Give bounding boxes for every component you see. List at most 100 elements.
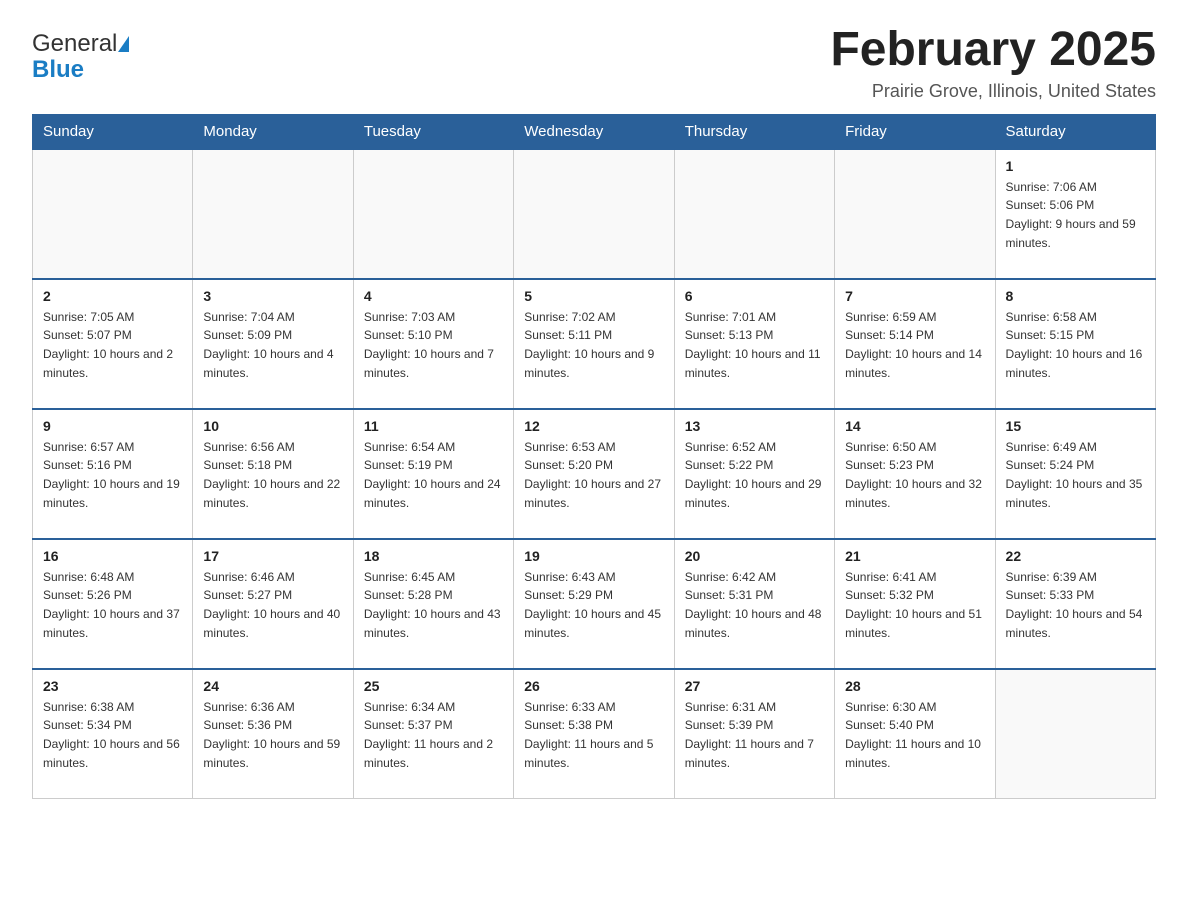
day-number: 9 xyxy=(43,418,182,434)
day-info: Sunrise: 6:38 AMSunset: 5:34 PMDaylight:… xyxy=(43,698,182,772)
title-block: February 2025 Prairie Grove, Illinois, U… xyxy=(830,24,1156,102)
calendar-cell: 25Sunrise: 6:34 AMSunset: 5:37 PMDayligh… xyxy=(353,669,513,799)
calendar-cell: 26 Sunrise: 6:33 AMSunset: 5:38 PMDayligh… xyxy=(514,669,674,799)
day-number: 24 xyxy=(203,678,342,694)
day-number: 23 xyxy=(43,678,182,694)
calendar-cell: 22 Sunrise: 6:39 AMSunset: 5:33 PMDayligh… xyxy=(995,539,1155,669)
calendar-cell: 5 Sunrise: 7:02 AMSunset: 5:11 PMDaylight… xyxy=(514,279,674,409)
logo-general-text: General xyxy=(32,30,117,58)
calendar-cell xyxy=(193,149,353,279)
logo: General Blue xyxy=(32,30,129,84)
day-info: Sunrise: 6:31 AMSunset: 5:39 PMDaylight:… xyxy=(685,698,824,772)
weekday-header-tuesday: Tuesday xyxy=(353,114,513,149)
day-info: Sunrise: 7:03 AMSunset: 5:10 PMDaylight:… xyxy=(364,308,503,382)
day-number: 6 xyxy=(685,288,824,304)
calendar-cell xyxy=(674,149,834,279)
calendar-cell: 18 Sunrise: 6:45 AMSunset: 5:28 PMDayligh… xyxy=(353,539,513,669)
day-number: 16 xyxy=(43,548,182,564)
calendar-cell: 7 Sunrise: 6:59 AMSunset: 5:14 PMDaylight… xyxy=(835,279,995,409)
day-info: Sunrise: 6:43 AMSunset: 5:29 PMDaylight:… xyxy=(524,568,663,642)
calendar-cell: 13 Sunrise: 6:52 AMSunset: 5:22 PMDayligh… xyxy=(674,409,834,539)
day-number: 22 xyxy=(1006,548,1145,564)
calendar-cell: 11Sunrise: 6:54 AMSunset: 5:19 PMDayligh… xyxy=(353,409,513,539)
day-info: Sunrise: 6:36 AMSunset: 5:36 PMDaylight:… xyxy=(203,698,342,772)
logo-blue-text: Blue xyxy=(32,56,84,84)
day-number: 8 xyxy=(1006,288,1145,304)
day-number: 20 xyxy=(685,548,824,564)
day-info: Sunrise: 6:57 AMSunset: 5:16 PMDaylight:… xyxy=(43,438,182,512)
day-info: Sunrise: 7:02 AMSunset: 5:11 PMDaylight:… xyxy=(524,308,663,382)
week-row-2: 2 Sunrise: 7:05 AMSunset: 5:07 PMDaylight… xyxy=(33,279,1156,409)
day-number: 2 xyxy=(43,288,182,304)
calendar-cell: 10Sunrise: 6:56 AMSunset: 5:18 PMDayligh… xyxy=(193,409,353,539)
day-number: 28 xyxy=(845,678,984,694)
day-number: 26 xyxy=(524,678,663,694)
weekday-header-thursday: Thursday xyxy=(674,114,834,149)
month-title: February 2025 xyxy=(830,24,1156,77)
day-number: 1 xyxy=(1006,158,1145,174)
calendar-cell: 4 Sunrise: 7:03 AMSunset: 5:10 PMDaylight… xyxy=(353,279,513,409)
day-info: Sunrise: 6:49 AMSunset: 5:24 PMDaylight:… xyxy=(1006,438,1145,512)
day-info: Sunrise: 6:50 AMSunset: 5:23 PMDaylight:… xyxy=(845,438,984,512)
weekday-header-sunday: Sunday xyxy=(33,114,193,149)
calendar-cell: 23 Sunrise: 6:38 AMSunset: 5:34 PMDayligh… xyxy=(33,669,193,799)
day-number: 12 xyxy=(524,418,663,434)
calendar-cell xyxy=(353,149,513,279)
day-info: Sunrise: 6:58 AMSunset: 5:15 PMDaylight:… xyxy=(1006,308,1145,382)
calendar-cell: 16 Sunrise: 6:48 AMSunset: 5:26 PMDayligh… xyxy=(33,539,193,669)
calendar-cell: 17 Sunrise: 6:46 AMSunset: 5:27 PMDayligh… xyxy=(193,539,353,669)
day-number: 14 xyxy=(845,418,984,434)
day-number: 7 xyxy=(845,288,984,304)
weekday-header-monday: Monday xyxy=(193,114,353,149)
day-number: 17 xyxy=(203,548,342,564)
day-number: 15 xyxy=(1006,418,1145,434)
day-info: Sunrise: 6:52 AMSunset: 5:22 PMDaylight:… xyxy=(685,438,824,512)
calendar-table: SundayMondayTuesdayWednesdayThursdayFrid… xyxy=(32,114,1156,800)
week-row-3: 9 Sunrise: 6:57 AMSunset: 5:16 PMDaylight… xyxy=(33,409,1156,539)
day-info: Sunrise: 6:46 AMSunset: 5:27 PMDaylight:… xyxy=(203,568,342,642)
calendar-cell: 27 Sunrise: 6:31 AMSunset: 5:39 PMDayligh… xyxy=(674,669,834,799)
page-header: General Blue February 2025 Prairie Grove… xyxy=(32,24,1156,102)
calendar-cell: 9 Sunrise: 6:57 AMSunset: 5:16 PMDaylight… xyxy=(33,409,193,539)
day-info: Sunrise: 6:39 AMSunset: 5:33 PMDaylight:… xyxy=(1006,568,1145,642)
day-number: 5 xyxy=(524,288,663,304)
day-info: Sunrise: 6:41 AMSunset: 5:32 PMDaylight:… xyxy=(845,568,984,642)
day-number: 18 xyxy=(364,548,503,564)
day-info: Sunrise: 7:05 AMSunset: 5:07 PMDaylight:… xyxy=(43,308,182,382)
day-info: Sunrise: 6:45 AMSunset: 5:28 PMDaylight:… xyxy=(364,568,503,642)
day-number: 19 xyxy=(524,548,663,564)
calendar-cell xyxy=(995,669,1155,799)
calendar-cell: 24 Sunrise: 6:36 AMSunset: 5:36 PMDayligh… xyxy=(193,669,353,799)
calendar-cell: 28 Sunrise: 6:30 AMSunset: 5:40 PMDayligh… xyxy=(835,669,995,799)
weekday-header-saturday: Saturday xyxy=(995,114,1155,149)
calendar-cell xyxy=(835,149,995,279)
day-info: Sunrise: 6:42 AMSunset: 5:31 PMDaylight:… xyxy=(685,568,824,642)
logo-triangle-icon xyxy=(118,36,129,52)
day-number: 25 xyxy=(364,678,503,694)
day-number: 11 xyxy=(364,418,503,434)
calendar-cell: 12 Sunrise: 6:53 AMSunset: 5:20 PMDayligh… xyxy=(514,409,674,539)
day-info: Sunrise: 6:33 AMSunset: 5:38 PMDaylight:… xyxy=(524,698,663,772)
day-number: 27 xyxy=(685,678,824,694)
day-info: Sunrise: 6:48 AMSunset: 5:26 PMDaylight:… xyxy=(43,568,182,642)
calendar-cell: 8 Sunrise: 6:58 AMSunset: 5:15 PMDaylight… xyxy=(995,279,1155,409)
day-number: 4 xyxy=(364,288,503,304)
calendar-cell xyxy=(514,149,674,279)
week-row-5: 23 Sunrise: 6:38 AMSunset: 5:34 PMDayligh… xyxy=(33,669,1156,799)
calendar-cell: 19 Sunrise: 6:43 AMSunset: 5:29 PMDayligh… xyxy=(514,539,674,669)
day-number: 3 xyxy=(203,288,342,304)
calendar-cell: 3 Sunrise: 7:04 AMSunset: 5:09 PMDaylight… xyxy=(193,279,353,409)
calendar-cell: 21Sunrise: 6:41 AMSunset: 5:32 PMDayligh… xyxy=(835,539,995,669)
day-info: Sunrise: 6:59 AMSunset: 5:14 PMDaylight:… xyxy=(845,308,984,382)
day-info: Sunrise: 6:30 AMSunset: 5:40 PMDaylight:… xyxy=(845,698,984,772)
calendar-cell: 15 Sunrise: 6:49 AMSunset: 5:24 PMDayligh… xyxy=(995,409,1155,539)
day-info: Sunrise: 7:04 AMSunset: 5:09 PMDaylight:… xyxy=(203,308,342,382)
day-info: Sunrise: 6:53 AMSunset: 5:20 PMDaylight:… xyxy=(524,438,663,512)
day-number: 10 xyxy=(203,418,342,434)
calendar-cell: 2 Sunrise: 7:05 AMSunset: 5:07 PMDaylight… xyxy=(33,279,193,409)
day-number: 13 xyxy=(685,418,824,434)
week-row-4: 16 Sunrise: 6:48 AMSunset: 5:26 PMDayligh… xyxy=(33,539,1156,669)
calendar-cell xyxy=(33,149,193,279)
weekday-header-friday: Friday xyxy=(835,114,995,149)
week-row-1: 1Sunrise: 7:06 AMSunset: 5:06 PMDaylight… xyxy=(33,149,1156,279)
